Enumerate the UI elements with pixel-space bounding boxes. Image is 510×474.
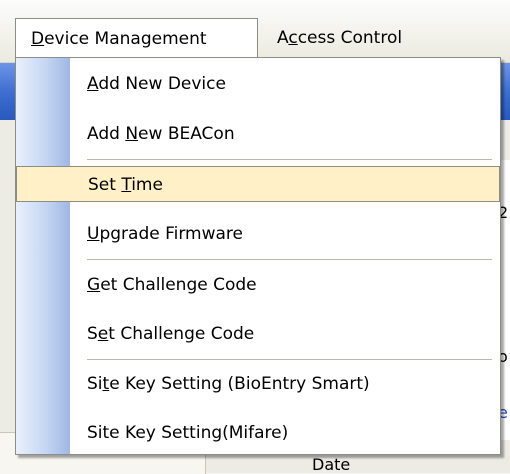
menu-access-control[interactable]: Access Control <box>262 18 417 58</box>
menu-separator <box>87 259 492 260</box>
device-management-dropdown: Add New Device Add New BEACon Set Time U… <box>15 57 501 455</box>
menu-item-set-time[interactable]: Set Time <box>16 166 500 202</box>
menu-item-site-key-mifare[interactable]: Site Key Setting(Mifare) <box>16 415 500 451</box>
menu-separator <box>87 359 492 360</box>
mnemonic-letter: D <box>31 29 45 49</box>
menu-item-add-new-device[interactable]: Add New Device <box>16 66 500 102</box>
menu-item-set-challenge-code[interactable]: Set Challenge Code <box>16 316 500 352</box>
menu-device-management[interactable]: Device Management <box>15 18 258 58</box>
menu-item-site-key-bioentry-smart[interactable]: Site Key Setting (BioEntry Smart) <box>16 366 500 402</box>
menu-item-upgrade-firmware[interactable]: Upgrade Firmware <box>16 216 500 252</box>
mnemonic-letter: c <box>288 28 298 48</box>
background-date-label: Date <box>312 455 351 474</box>
menu-item-add-new-beacon[interactable]: Add New BEACon <box>16 116 500 152</box>
menu-separator <box>87 159 492 160</box>
menu-item-get-challenge-code[interactable]: Get Challenge Code <box>16 267 500 303</box>
menu-bar: Device Management Access Control <box>0 0 510 63</box>
